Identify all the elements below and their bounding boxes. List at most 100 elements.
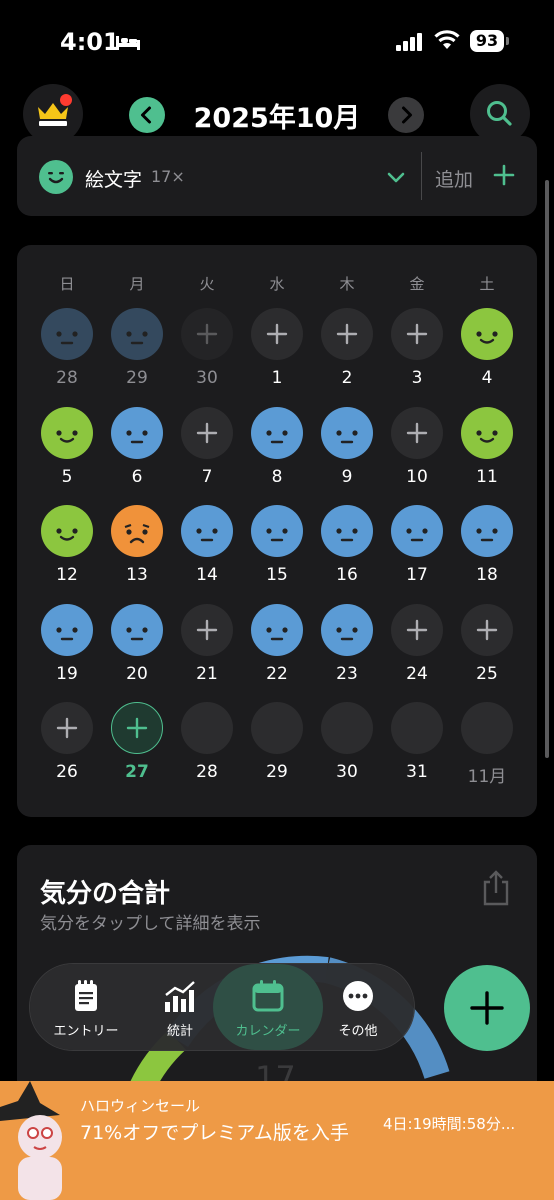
status-time: 4:01	[60, 28, 120, 56]
premium-crown-button[interactable]	[23, 84, 83, 144]
calendar-day[interactable]: 28	[31, 308, 101, 406]
filter-label[interactable]: 絵文字	[85, 165, 142, 192]
day-number: 18	[476, 565, 498, 585]
day-number: 2	[341, 368, 353, 388]
weekday-header: 土	[479, 275, 495, 293]
calendar-day[interactable]: 10	[381, 406, 451, 505]
calendar-grid: 日月火水木金土 28 29 30 1 2 3 4 5 6 7 8 9 10 11 12 13 14 15 16 17 18…	[17, 245, 537, 817]
calendar-day[interactable]: 29	[241, 702, 311, 800]
day-number: 13	[126, 565, 148, 585]
notification-dot	[60, 94, 72, 106]
banner-title: ハロウィンセール	[80, 1097, 201, 1115]
calendar-day[interactable]: 3	[381, 308, 451, 406]
calendar-day[interactable]: 26	[31, 702, 101, 800]
add-entry-button[interactable]	[444, 965, 530, 1051]
plus-icon	[470, 991, 504, 1025]
calendar-day[interactable]: 13	[101, 505, 171, 603]
smiley-emoji-icon	[39, 160, 73, 194]
chevron-left-icon	[141, 106, 151, 124]
calendar-day[interactable]: 19	[31, 603, 101, 702]
day-number: 1	[271, 368, 283, 388]
plus-icon	[41, 702, 93, 754]
calendar-day[interactable]: 30	[171, 308, 241, 406]
empty-day-icon	[461, 702, 513, 754]
month-title[interactable]: 2025年10月	[170, 96, 384, 135]
calendar-day[interactable]: 9	[311, 406, 381, 505]
tab-calendar[interactable]: カレンダー	[213, 964, 323, 1050]
weekday-header: 水	[269, 275, 285, 293]
neutral-face-icon	[41, 603, 93, 656]
sad-face-icon	[111, 505, 163, 557]
calendar-day[interactable]: 18	[451, 505, 521, 603]
next-month-button[interactable]	[388, 97, 424, 133]
calendar-day[interactable]: 11	[451, 406, 521, 505]
add-filter-label[interactable]: 追加	[435, 165, 473, 192]
calendar-day[interactable]: 4	[451, 308, 521, 406]
day-number: 20	[126, 663, 148, 684]
plus-icon	[391, 406, 443, 459]
day-number: 3	[411, 368, 423, 388]
day-number: 28	[56, 368, 78, 388]
plus-icon	[391, 308, 443, 360]
battery-level: 93	[470, 30, 504, 52]
calendar-day[interactable]: 27	[101, 702, 171, 800]
calendar-day[interactable]: 28	[171, 702, 241, 800]
day-number: 4	[481, 368, 493, 388]
calendar-day[interactable]: 23	[311, 603, 381, 702]
halloween-sale-banner[interactable]: ハロウィンセール 71%オフでプレミアム版を入手 4日:19時間:58分...	[0, 1081, 554, 1200]
neutral-face-icon	[321, 406, 373, 459]
plus-icon[interactable]	[493, 164, 515, 186]
day-number: 6	[131, 466, 143, 487]
tab-entries[interactable]: エントリー	[40, 964, 132, 1050]
neutral-face-icon	[181, 505, 233, 557]
calendar-day[interactable]: 8	[241, 406, 311, 505]
calendar-day[interactable]: 29	[101, 308, 171, 406]
neutral-face-icon	[111, 308, 163, 360]
day-number: 14	[196, 565, 218, 585]
calendar-day[interactable]: 11月	[451, 702, 521, 800]
calendar-day[interactable]: 22	[241, 603, 311, 702]
crown-icon	[38, 103, 68, 126]
chart-icon	[165, 981, 195, 1012]
day-number: 5	[61, 466, 73, 487]
day-number: 26	[56, 762, 78, 782]
neutral-face-icon	[111, 603, 163, 656]
plus-icon	[181, 308, 233, 360]
day-number: 30	[196, 368, 218, 388]
calendar-day[interactable]: 31	[381, 702, 451, 800]
happy-face-icon	[41, 406, 93, 459]
empty-day-icon	[181, 702, 233, 754]
search-button[interactable]	[470, 84, 530, 144]
tab-more[interactable]: その他	[312, 964, 404, 1050]
chevron-down-icon[interactable]	[385, 166, 407, 188]
day-number: 27	[125, 762, 149, 782]
calendar-day[interactable]: 7	[171, 406, 241, 505]
calendar-day[interactable]: 12	[31, 505, 101, 603]
calendar-day[interactable]: 20	[101, 603, 171, 702]
day-number: 22	[266, 663, 288, 684]
neutral-face-icon	[391, 505, 443, 557]
day-number: 30	[336, 762, 358, 782]
day-number: 29	[266, 762, 288, 782]
calendar-day[interactable]: 1	[241, 308, 311, 406]
calendar-day[interactable]: 17	[381, 505, 451, 603]
weekday-header: 月	[129, 275, 145, 293]
weekday-header: 木	[339, 275, 355, 293]
day-number: 11	[476, 466, 498, 487]
calendar-day[interactable]: 24	[381, 603, 451, 702]
calendar-day[interactable]: 2	[311, 308, 381, 406]
calendar-day[interactable]: 30	[311, 702, 381, 800]
previous-month-button[interactable]	[129, 97, 165, 133]
calendar-day[interactable]: 6	[101, 406, 171, 505]
tab-more-label: その他	[338, 1024, 378, 1039]
calendar-day[interactable]: 5	[31, 406, 101, 505]
calendar-day[interactable]: 16	[311, 505, 381, 603]
status-bar: 4:01 93	[0, 0, 554, 80]
plus-icon	[461, 603, 513, 656]
calendar-day[interactable]: 15	[241, 505, 311, 603]
calendar-day[interactable]: 25	[451, 603, 521, 702]
day-number: 29	[126, 368, 148, 388]
calendar-day[interactable]: 21	[171, 603, 241, 702]
calendar-day[interactable]: 14	[171, 505, 241, 603]
day-number: 25	[476, 663, 498, 684]
